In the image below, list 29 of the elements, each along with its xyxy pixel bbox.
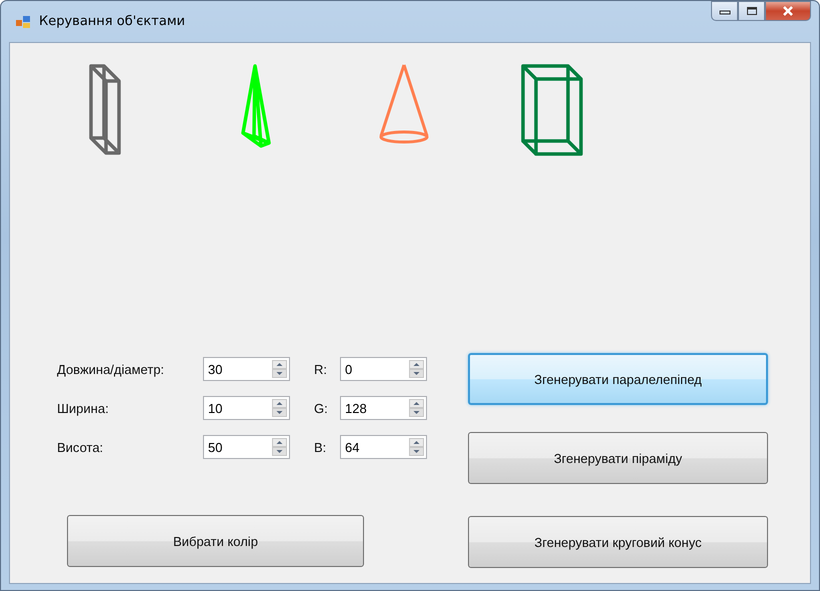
maximize-icon[interactable]	[746, 6, 758, 16]
maximize-button[interactable]	[738, 1, 765, 21]
number-field[interactable]: 10	[203, 396, 290, 420]
field-label: Ширина:	[57, 400, 110, 416]
spinner-arrows-icon[interactable]	[409, 438, 424, 456]
window-title: Керування об'єктами	[39, 14, 186, 29]
choose-color-button[interactable]: Вибрати колір	[67, 515, 364, 567]
field-label: Висота:	[57, 440, 104, 454]
spinner-arrows-icon[interactable]	[409, 399, 424, 417]
number-field[interactable]: 64	[340, 435, 427, 459]
generate-button[interactable]: Згенерувати круговий конус	[468, 516, 768, 568]
minimize-button[interactable]	[711, 1, 738, 21]
number-field[interactable]: 128	[340, 396, 427, 420]
number-field[interactable]: 0	[340, 357, 427, 381]
field-label: Довжина/діаметр:	[57, 362, 166, 376]
field-label: B:	[314, 440, 328, 454]
generate-button[interactable]: Згенерувати паралелепіпед	[468, 353, 768, 405]
spinner-arrows-icon[interactable]	[272, 360, 287, 378]
generate-button[interactable]: Згенерувати піраміду	[468, 432, 768, 484]
field-label: G:	[314, 400, 329, 416]
field-label: R:	[314, 362, 328, 376]
spinner-arrows-icon[interactable]	[409, 360, 424, 378]
close-icon[interactable]	[781, 5, 795, 17]
number-field[interactable]: 30	[203, 357, 290, 381]
spinner-arrows-icon[interactable]	[272, 438, 287, 456]
spinner-arrows-icon[interactable]	[272, 399, 287, 417]
number-field[interactable]: 50	[203, 435, 290, 459]
close-button[interactable]	[765, 1, 811, 21]
app-icon	[15, 14, 31, 30]
